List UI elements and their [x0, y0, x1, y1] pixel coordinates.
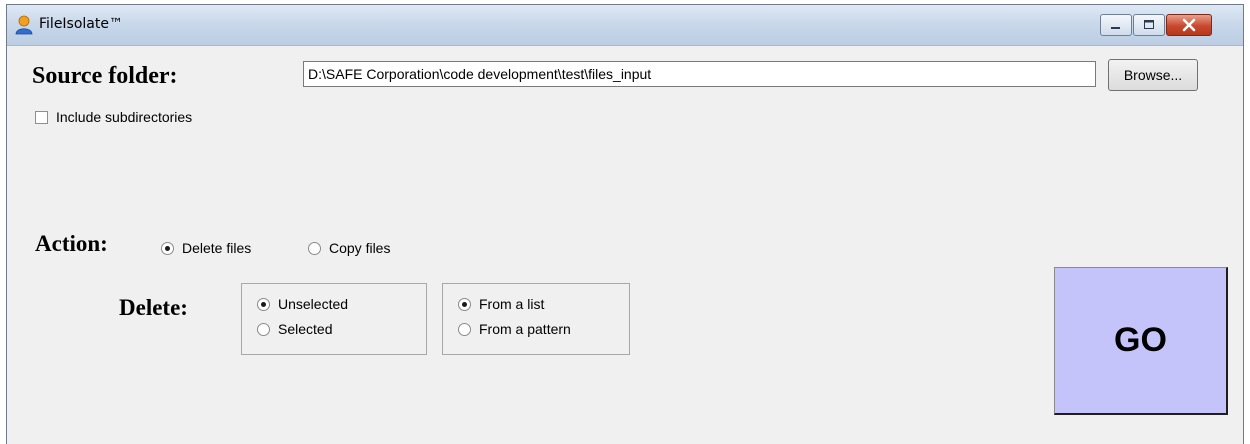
action-label: Action:: [35, 231, 108, 256]
selection-group: Unselected Selected: [241, 283, 427, 355]
source-folder-label: Source folder:: [32, 63, 178, 89]
window-title: FileIsolate™: [39, 16, 123, 32]
unselected-radio[interactable]: [257, 297, 270, 311]
person-icon: [15, 15, 33, 35]
source-group: From a list From a pattern: [442, 283, 630, 355]
close-button[interactable]: [1166, 14, 1212, 36]
from-list-option[interactable]: From a list: [458, 295, 544, 313]
action-copy-option[interactable]: Copy files: [308, 239, 390, 257]
app-window: FileIsolate™ Source folder: Browse... In…: [6, 4, 1244, 444]
client-area: Source folder: Browse... Include subdire…: [7, 45, 1243, 444]
selected-option[interactable]: Selected: [257, 320, 332, 338]
action-delete-radio[interactable]: [161, 241, 174, 255]
selected-label: Selected: [278, 321, 333, 337]
include-subdirectories-option[interactable]: Include subdirectories: [35, 108, 192, 126]
from-pattern-radio[interactable]: [458, 322, 471, 336]
minimize-button[interactable]: [1100, 14, 1132, 36]
selected-radio[interactable]: [257, 322, 270, 336]
browse-button[interactable]: Browse...: [1108, 59, 1198, 91]
from-list-radio[interactable]: [458, 297, 471, 311]
minimize-icon: [1111, 27, 1120, 29]
from-pattern-option[interactable]: From a pattern: [458, 320, 571, 338]
unselected-option[interactable]: Unselected: [257, 295, 348, 313]
maximize-button[interactable]: [1133, 14, 1165, 36]
action-copy-label: Copy files: [329, 240, 391, 256]
source-folder-input[interactable]: [303, 61, 1096, 87]
action-delete-option[interactable]: Delete files: [161, 239, 251, 257]
delete-label: Delete:: [119, 295, 188, 320]
action-copy-radio[interactable]: [308, 241, 321, 255]
title-bar[interactable]: FileIsolate™: [7, 5, 1243, 46]
maximize-icon: [1144, 20, 1154, 29]
go-button[interactable]: GO: [1054, 267, 1228, 415]
include-subdirectories-label: Include subdirectories: [56, 109, 193, 125]
action-delete-label: Delete files: [182, 240, 252, 256]
unselected-label: Unselected: [278, 296, 349, 312]
close-icon: [1182, 18, 1196, 32]
include-subdirectories-checkbox[interactable]: [35, 110, 48, 124]
from-pattern-label: From a pattern: [479, 321, 571, 337]
from-list-label: From a list: [479, 296, 545, 312]
